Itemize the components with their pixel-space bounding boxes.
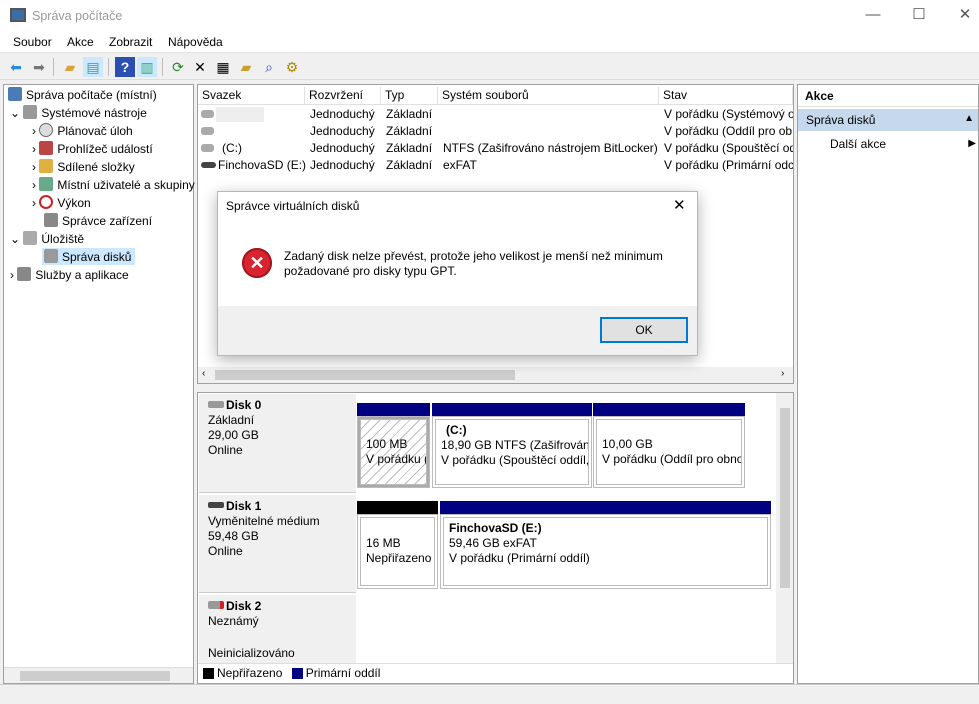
disk-0-partition-c[interactable]: (C:) 18,90 GB NTFS (Zašifrováno V pořádku … (432, 416, 592, 488)
table-row[interactable]: Jednoduchý Základní V pořádku (Systémový o (198, 106, 794, 123)
column-filesystem[interactable]: Systém souborů (438, 87, 659, 105)
disk-icon (44, 249, 58, 263)
search-icon[interactable]: ⌕ (259, 57, 279, 77)
disk-1-partition-e[interactable]: FinchovaSD (E:) 59,46 GB exFAT V pořádku (… (440, 514, 771, 589)
ok-button[interactable]: OK (600, 317, 688, 343)
toolbar: ⬅ ➡ ▰ ▤ ? ▥ ⟳ ✕ ▦ ▰ ⌕ ⚙ (0, 54, 979, 80)
menu-akce[interactable]: Akce (67, 35, 94, 49)
navigation-tree: Správa počítače (místní) ⌄ Systémové nás… (3, 84, 195, 684)
storage-icon (23, 231, 38, 245)
tree-item-task-scheduler[interactable]: › Plánovač úloh (32, 123, 133, 138)
table-row[interactable]: Jednoduchý Základní V pořádku (Oddíl pro o… (198, 123, 794, 140)
dialog-message-line2: požadované pro disky typu GPT. (284, 264, 457, 278)
back-arrow-icon[interactable]: ⬅ (6, 57, 26, 77)
list-horizontal-scrollbar[interactable]: ‹ › (198, 367, 793, 383)
window-title: Správa počítače (32, 9, 123, 23)
actions-header: Akce (798, 85, 978, 107)
partition-bar-unallocated (357, 501, 438, 514)
dialog-footer: OK (218, 306, 697, 355)
disk-0-partition-3[interactable]: 10,00 GBV pořádku (Oddíl pro obnovení (593, 416, 745, 488)
refresh-icon[interactable]: ⟳ (168, 57, 188, 77)
help-icon[interactable]: ? (115, 57, 135, 77)
tree-item-storage[interactable]: ⌄ Úložiště (10, 231, 84, 246)
event-viewer-icon (39, 141, 54, 155)
dialog-message-line1: Zadaný disk nelze převést, protože jeho … (284, 249, 663, 263)
table-row[interactable]: FinchovaSD (E:) Jednoduchý Základní exFAT V… (198, 157, 794, 174)
users-icon (39, 177, 54, 191)
delete-icon[interactable]: ✕ (190, 57, 210, 77)
properties-icon[interactable]: ▦ (213, 57, 233, 77)
tree-horizontal-scrollbar[interactable] (4, 667, 193, 683)
performance-icon (39, 195, 54, 209)
tree-item-services[interactable]: › Služby a aplikace (10, 267, 129, 282)
up-folder-icon[interactable]: ▰ (60, 57, 80, 77)
minimize-button[interactable]: — (850, 0, 896, 32)
show-hide-tree-icon[interactable]: ▤ (83, 57, 103, 77)
legend-swatch-primary (291, 668, 303, 679)
title-bar: Správa počítače — ☐ ✕ (0, 0, 979, 32)
partition-bar-primary (357, 403, 430, 416)
tree-item-shared-folders[interactable]: › Sdílené složky (32, 159, 135, 174)
tree-item-root[interactable]: Správa počítače (místní) (8, 87, 157, 102)
column-type[interactable]: Typ (381, 87, 438, 105)
column-status[interactable]: Stav (659, 87, 793, 105)
open-folder-icon[interactable]: ▰ (236, 57, 256, 77)
computer-icon (8, 87, 22, 101)
status-bar (0, 684, 979, 704)
services-icon (17, 267, 32, 281)
legend-swatch-unallocated (203, 668, 214, 679)
drive-icon (201, 110, 214, 118)
column-volume[interactable]: Svazek (198, 87, 305, 105)
menu-napoveda[interactable]: Nápověda (168, 35, 223, 49)
drive-icon (201, 144, 214, 152)
disk-graphical-view: Disk 0 Základní 29,00 GB Online 100 MB V po… (197, 392, 794, 684)
tree-item-performance[interactable]: › Výkon (32, 195, 91, 210)
partition-bar-primary (593, 403, 745, 416)
tree-item-system-tools[interactable]: ⌄ Systémové nástroje (10, 105, 147, 120)
menu-soubor[interactable]: Soubor (13, 35, 52, 49)
disk-0-partition-1[interactable]: 100 MB V pořádku ( (357, 416, 430, 488)
actions-section-disk-management[interactable]: Správa disků ▲ (798, 109, 978, 131)
settings-icon[interactable]: ⚙ (282, 57, 302, 77)
menu-zobrazit[interactable]: Zobrazit (109, 35, 152, 49)
more-actions[interactable]: Další akce ▶ (798, 135, 978, 155)
list-header: Svazek Rozvržení Typ Systém souborů Stav (198, 85, 793, 105)
partition-bar-primary (432, 403, 592, 416)
tree-item-disk-management[interactable]: Správa disků (42, 248, 136, 265)
menu-bar: Soubor Akce Zobrazit Nápověda (0, 32, 979, 53)
unknown-disk-icon (208, 601, 224, 609)
tree-item-event-viewer[interactable]: › Prohlížeč událostí (32, 141, 153, 156)
show-hide-action-pane-icon[interactable]: ▥ (137, 57, 157, 77)
tree-item-device-manager[interactable]: Správce zařízení (44, 213, 152, 228)
removable-drive-icon (201, 162, 216, 168)
shared-folder-icon (39, 159, 54, 173)
error-icon: ✕ (242, 248, 272, 278)
disk-1-label[interactable]: Disk 1 Vyměnitelné médium 59,48 GB Online (199, 495, 356, 593)
tree-item-local-users[interactable]: › Místní uživatelé a skupiny (32, 177, 195, 192)
disk-2-label[interactable]: Disk 2 Neznámý Neinicializováno (199, 595, 356, 663)
close-button[interactable]: ✕ (942, 0, 979, 32)
removable-disk-icon (208, 502, 224, 508)
disk-vertical-scrollbar[interactable] (776, 393, 793, 663)
computer-management-icon (10, 8, 26, 22)
disk-0-label[interactable]: Disk 0 Základní 29,00 GB Online (199, 394, 356, 493)
forward-arrow-icon[interactable]: ➡ (29, 57, 49, 77)
column-layout[interactable]: Rozvržení (305, 87, 381, 105)
legend: Nepřiřazeno Primární oddíl (198, 663, 793, 683)
maximize-button[interactable]: ☐ (896, 0, 942, 32)
dialog-close-button[interactable]: ✕ (673, 196, 686, 214)
error-dialog: Správce virtuálních disků ✕ ✕ Zadaný dis… (217, 191, 698, 356)
partition-bar-primary (440, 501, 771, 514)
actions-pane: Akce Správa disků ▲ Další akce ▶ (797, 84, 979, 684)
clock-icon (39, 123, 54, 137)
drive-icon (201, 127, 214, 135)
disk-1-unallocated[interactable]: 16 MB Nepřiřazeno (357, 514, 438, 589)
disk-icon (208, 401, 224, 408)
tools-icon (23, 105, 38, 119)
table-row[interactable]: (C:) Jednoduchý Základní NTFS (Zašifrováno… (198, 140, 794, 157)
dialog-title: Správce virtuálních disků (226, 199, 360, 213)
device-manager-icon (44, 213, 58, 227)
